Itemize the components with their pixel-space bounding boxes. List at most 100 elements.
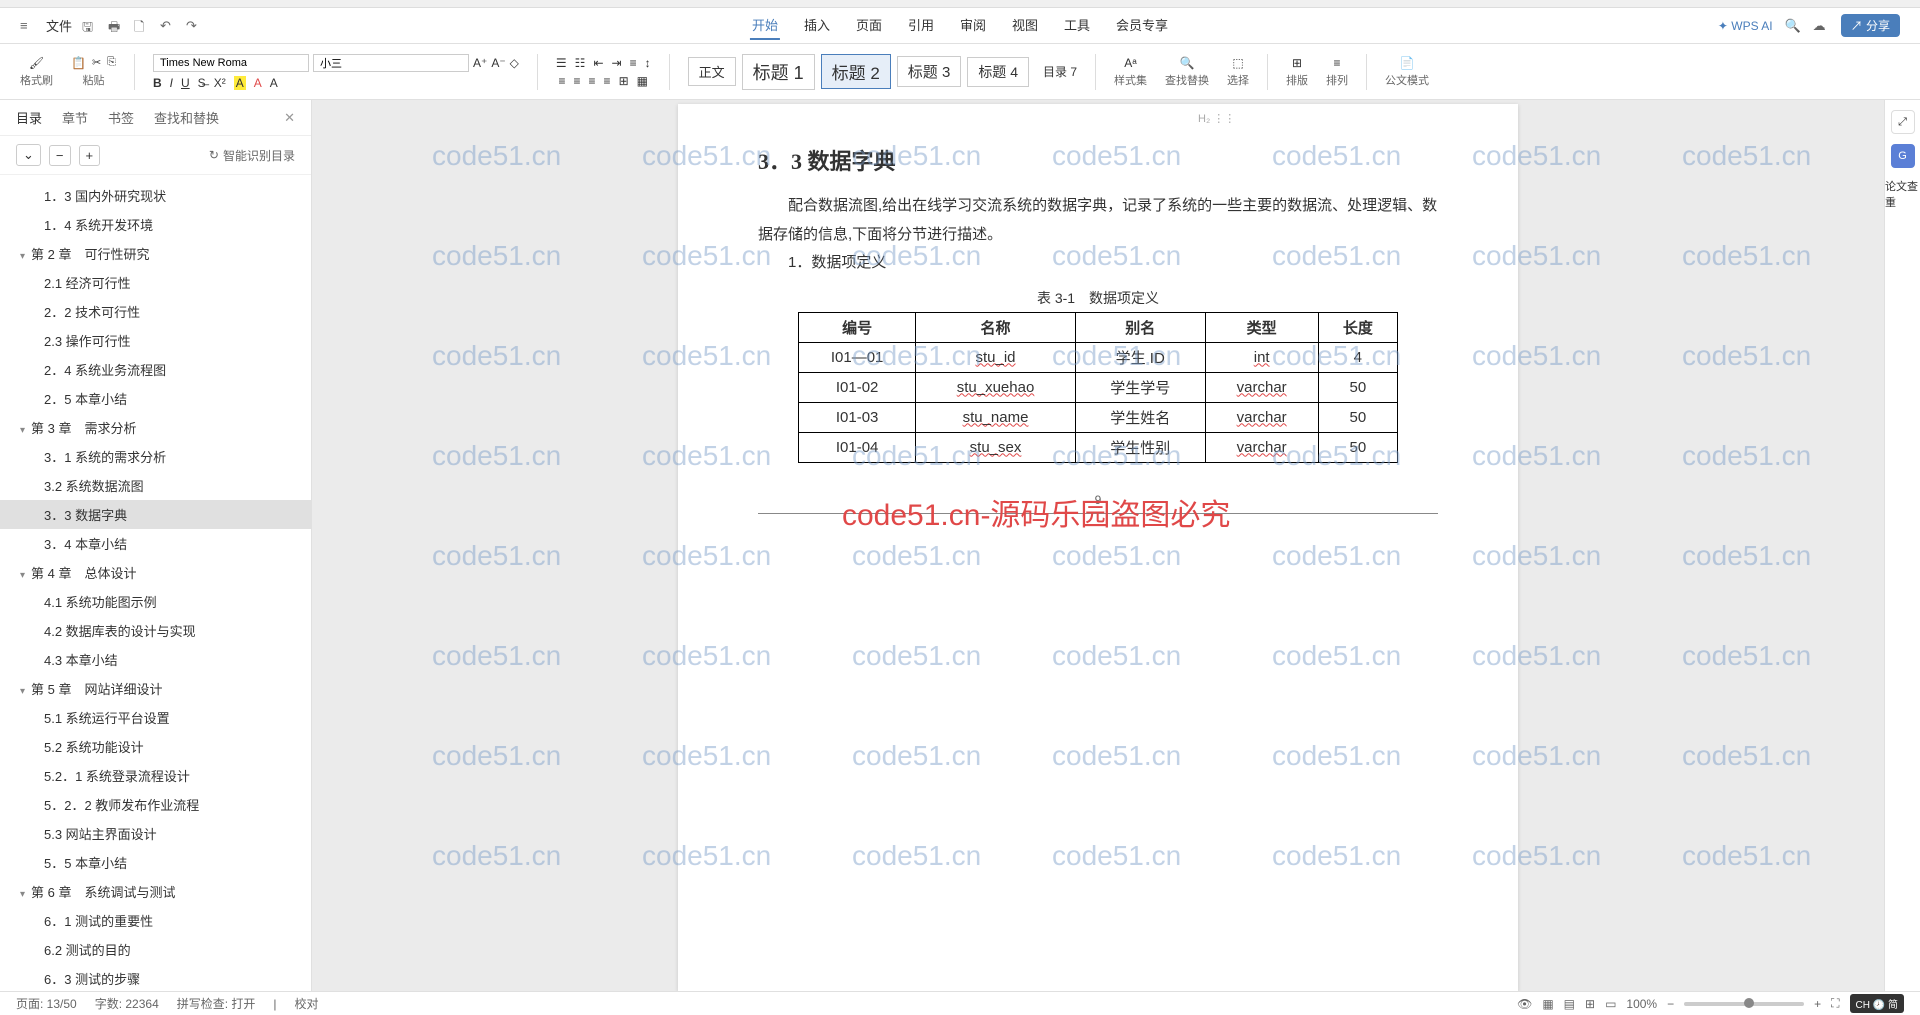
outline-item[interactable]: 4.3 本章小结 (0, 645, 311, 674)
outline-item[interactable]: 5.1 系统运行平台设置 (0, 703, 311, 732)
official-mode-icon[interactable]: 📄 (1400, 56, 1415, 70)
style-h4[interactable]: 标题 4 (967, 57, 1029, 87)
superscript-icon[interactable]: X² (214, 76, 226, 90)
tab-tools[interactable]: 工具 (1062, 11, 1092, 40)
status-page[interactable]: 页面: 13/50 (16, 995, 77, 1012)
zoom-in-button[interactable]: + (79, 145, 101, 166)
outline-item[interactable]: 3．1 系统的需求分析 (0, 442, 311, 471)
file-menu[interactable]: 文件 (46, 16, 72, 35)
outline-item[interactable]: 5.3 网站主界面设计 (0, 819, 311, 848)
line-spacing-icon[interactable]: ≡ (630, 56, 637, 70)
outline-item[interactable]: 4.2 数据库表的设计与实现 (0, 616, 311, 645)
zoom-minus-icon[interactable]: − (1667, 997, 1674, 1011)
toc-style[interactable]: 目录 7 (1043, 63, 1077, 80)
status-spellcheck[interactable]: 拼写检查: 打开 (177, 995, 256, 1012)
view-mode-icon-2[interactable]: ▦ (1542, 997, 1553, 1011)
wps-ai-button[interactable]: ✦ WPS AI (1718, 19, 1773, 33)
tab-member[interactable]: 会员专享 (1114, 11, 1170, 40)
view-mode-icon-5[interactable]: ▭ (1605, 997, 1616, 1011)
outline-item[interactable]: 4.1 系统功能图示例 (0, 587, 311, 616)
sidebar-close-icon[interactable]: ✕ (284, 110, 295, 126)
indent-increase-icon[interactable]: ⇥ (612, 56, 622, 70)
sort-icon[interactable]: ↕ (645, 56, 651, 70)
select-icon[interactable]: ⬚ (1232, 56, 1243, 70)
tab-page[interactable]: 页面 (854, 11, 884, 40)
view-mode-icon-4[interactable]: ⊞ (1585, 997, 1595, 1011)
align-justify-icon[interactable]: ≡ (604, 74, 611, 88)
preview-icon[interactable]: 🗋 (134, 18, 150, 34)
tab-view[interactable]: 视图 (1010, 11, 1040, 40)
indent-decrease-icon[interactable]: ⇤ (593, 56, 603, 70)
cloud-icon[interactable]: ☁ (1813, 18, 1829, 34)
outline-item[interactable]: 6．1 测试的重要性 (0, 906, 311, 935)
align-right-icon[interactable]: ≡ (589, 74, 596, 88)
zoom-slider[interactable] (1684, 1002, 1804, 1006)
sidebar-tab-bookmarks[interactable]: 书签 (108, 108, 134, 127)
zoom-out-button[interactable]: − (49, 145, 71, 166)
outline-item[interactable]: 5．5 本章小结 (0, 848, 311, 877)
status-words[interactable]: 字数: 22364 (95, 995, 159, 1012)
bullet-list-icon[interactable]: ☰ (556, 56, 567, 70)
increase-font-icon[interactable]: A⁺ (473, 56, 487, 70)
print-icon[interactable]: 🖶 (108, 18, 124, 34)
highlight-icon[interactable]: A (234, 76, 246, 90)
sort-column-icon[interactable]: ≡ (1334, 56, 1341, 70)
outline-item[interactable]: 第 4 章 总体设计 (0, 558, 311, 587)
paste-icon[interactable]: 📋 (71, 56, 86, 70)
shading-icon[interactable]: ▦ (637, 74, 648, 88)
outline-item[interactable]: 5．2．2 教师发布作业流程 (0, 790, 311, 819)
underline-icon[interactable]: U (181, 76, 190, 90)
distribute-icon[interactable]: ⊞ (619, 74, 629, 88)
document-area[interactable]: H₂ ⋮⋮ 3．3 数据字典 配合数据流图,给出在线学习交流系统的数据字典，记录… (312, 100, 1884, 991)
save-icon[interactable]: 🖫 (82, 18, 98, 34)
find-replace-icon[interactable]: 🔍 (1180, 56, 1195, 70)
decrease-font-icon[interactable]: A⁻ (491, 56, 505, 70)
outline-item[interactable]: 第 3 章 需求分析 (0, 413, 311, 442)
copy-icon[interactable]: ⎘ (107, 56, 116, 69)
rail-collapse-icon[interactable]: ⤢ (1891, 110, 1915, 134)
sidebar-tab-find[interactable]: 查找和替换 (154, 108, 219, 127)
font-color-icon[interactable]: A (254, 76, 262, 90)
sidebar-tab-chapters[interactable]: 章节 (62, 108, 88, 127)
collapse-button[interactable]: ⌄ (16, 144, 41, 166)
share-button[interactable]: ↗ 分享 (1841, 14, 1900, 37)
outline-item[interactable]: 5.2．1 系统登录流程设计 (0, 761, 311, 790)
tab-reference[interactable]: 引用 (906, 11, 936, 40)
menu-icon[interactable]: ≡ (20, 18, 36, 34)
bold-icon[interactable]: B (153, 76, 162, 90)
view-mode-icon-3[interactable]: ▤ (1564, 997, 1575, 1011)
outline-item[interactable]: 第 2 章 可行性研究 (0, 239, 311, 268)
style-h1[interactable]: 标题 1 (742, 54, 815, 90)
thesis-check-button[interactable]: G (1891, 144, 1915, 168)
clear-format-icon[interactable]: ◇ (510, 56, 519, 70)
outline-item[interactable]: 2.3 操作可行性 (0, 326, 311, 355)
style-h3[interactable]: 标题 3 (897, 56, 962, 87)
outline-item[interactable]: 3．3 数据字典 (0, 500, 311, 529)
sidebar-tab-toc[interactable]: 目录 (16, 108, 42, 127)
style-set-icon[interactable]: Aᵃ (1124, 56, 1136, 70)
outline-item[interactable]: 第 6 章 系统调试与测试 (0, 877, 311, 906)
redo-icon[interactable]: ↷ (186, 18, 202, 34)
arrange-icon[interactable]: ⊞ (1292, 56, 1302, 70)
outline-item[interactable]: 2．2 技术可行性 (0, 297, 311, 326)
tab-home[interactable]: 开始 (750, 11, 780, 40)
zoom-plus-icon[interactable]: + (1814, 997, 1821, 1011)
status-proofread[interactable]: 校对 (295, 995, 319, 1012)
cut-icon[interactable]: ✂ (92, 56, 101, 69)
view-mode-icon-1[interactable]: 👁 (1517, 997, 1532, 1011)
font-size-select[interactable] (313, 54, 469, 72)
outline-item[interactable]: 6.2 测试的目的 (0, 935, 311, 964)
outline-item[interactable]: 5.2 系统功能设计 (0, 732, 311, 761)
outline-item[interactable]: 3．4 本章小结 (0, 529, 311, 558)
outline-item[interactable]: 1．4 系统开发环境 (0, 210, 311, 239)
align-center-icon[interactable]: ≡ (574, 74, 581, 88)
search-icon[interactable]: 🔍 (1785, 18, 1801, 34)
italic-icon[interactable]: I (170, 76, 173, 90)
outline-item[interactable]: 2．4 系统业务流程图 (0, 355, 311, 384)
ime-badge[interactable]: CH 🕗 简 (1850, 994, 1904, 1013)
outline-item[interactable]: 2.1 经济可行性 (0, 268, 311, 297)
smart-toc-button[interactable]: ↻ 智能识别目录 (209, 147, 295, 164)
style-normal[interactable]: 正文 (688, 57, 736, 86)
tab-insert[interactable]: 插入 (802, 11, 832, 40)
zoom-value[interactable]: 100% (1626, 997, 1657, 1011)
